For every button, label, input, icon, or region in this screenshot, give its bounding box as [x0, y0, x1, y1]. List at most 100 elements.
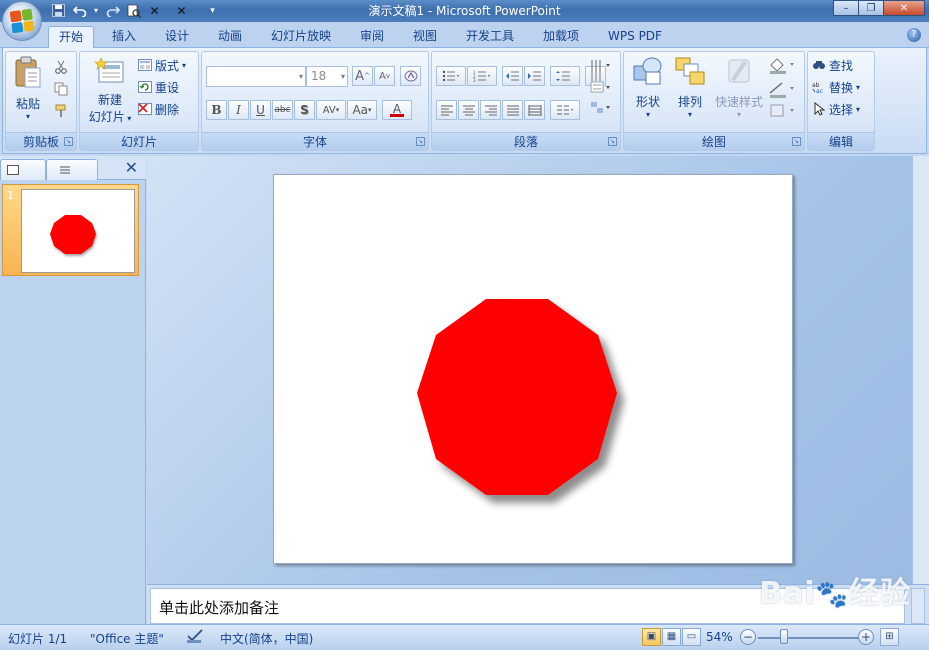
font-size-combo[interactable]: 18 ▾	[306, 66, 348, 87]
shape-effects-icon[interactable]	[768, 102, 798, 123]
slide-decagon-shape[interactable]	[274, 175, 794, 565]
zoom-in-button[interactable]: +	[858, 629, 874, 645]
clipboard-group: 粘贴 ▾ 剪贴板 ↘	[5, 51, 77, 151]
cut-icon[interactable]	[54, 60, 68, 77]
numbering-icon[interactable]: 123	[467, 66, 497, 86]
strikethrough-button[interactable]: abc	[272, 100, 293, 120]
shapes-button[interactable]: 形状 ▾	[628, 56, 668, 119]
clear-format-icon[interactable]	[400, 66, 421, 86]
slide-sorter-view-button[interactable]: ▦	[662, 628, 681, 646]
tab-slideshow[interactable]: 幻灯片放映	[262, 26, 340, 48]
find-icon	[813, 61, 825, 69]
align-center-icon[interactable]	[458, 100, 479, 120]
bullets-icon[interactable]	[436, 66, 466, 86]
svg-text:ac: ac	[816, 88, 823, 94]
arrange-button[interactable]: 排列 ▾	[670, 56, 710, 119]
tab-animations[interactable]: 动画	[208, 26, 252, 48]
paragraph-launcher-icon[interactable]: ↘	[608, 137, 617, 146]
panel-close-icon[interactable]: ✕	[125, 158, 138, 177]
zoom-level[interactable]: 54%	[706, 630, 733, 644]
decrease-indent-icon[interactable]	[502, 66, 523, 86]
slide-editing-area	[147, 156, 929, 584]
slide-thumbnail-1[interactable]: 1	[2, 184, 139, 276]
format-painter-icon[interactable]	[54, 104, 68, 121]
slideshow-view-button[interactable]: ▭	[682, 628, 701, 646]
bold-button[interactable]: B	[206, 100, 227, 120]
tab-developer[interactable]: 开发工具	[457, 26, 523, 48]
office-button[interactable]	[2, 1, 42, 41]
align-right-icon[interactable]	[480, 100, 501, 120]
tab-review[interactable]: 审阅	[350, 26, 394, 48]
font-size-buttons: A ^ Av	[352, 66, 422, 86]
copy-icon[interactable]	[54, 82, 68, 99]
help-icon[interactable]: ?	[907, 28, 921, 42]
zoom-out-button[interactable]: −	[740, 629, 756, 645]
replace-button[interactable]: ab ac 替换 ▾	[812, 77, 860, 97]
reset-button[interactable]: 重设	[138, 77, 179, 97]
new-slide-icon	[84, 56, 136, 89]
baidu-watermark-url: jingyan.baidu.com	[797, 604, 899, 617]
tab-insert[interactable]: 插入	[102, 26, 146, 48]
underline-button[interactable]: U	[250, 100, 271, 120]
quick-styles-button[interactable]: 快速样式 ▾	[712, 56, 766, 119]
font-color-button[interactable]: A	[382, 100, 412, 120]
tab-design[interactable]: 设计	[155, 26, 199, 48]
tab-addins[interactable]: 加载项	[532, 26, 590, 48]
notes-scrollbar[interactable]	[911, 588, 925, 624]
shape-fill-icon[interactable]	[768, 56, 798, 77]
slide-canvas[interactable]	[273, 174, 793, 564]
minimize-button[interactable]: –	[833, 0, 859, 16]
align-left-icon[interactable]	[436, 100, 457, 120]
spellcheck-icon[interactable]	[186, 628, 204, 647]
close-button[interactable]: ✕	[883, 0, 925, 16]
paragraph-group: 123 段落 ↘	[431, 51, 621, 151]
smartart-icon[interactable]	[590, 80, 612, 99]
shadow-button[interactable]: S	[294, 100, 315, 120]
zoom-slider-track[interactable]	[758, 637, 858, 639]
char-spacing-button[interactable]: AV ▾	[316, 100, 346, 120]
select-button[interactable]: 选择 ▾	[812, 99, 860, 119]
fit-to-window-button[interactable]: ⊞	[880, 628, 899, 646]
convert-smartart-icon[interactable]	[590, 100, 612, 119]
zoom-slider-thumb[interactable]	[780, 629, 788, 644]
quick-styles-label: 快速样式	[714, 95, 763, 109]
outline-tab[interactable]	[46, 159, 98, 180]
language-indicator[interactable]: 中文(简体，中国)	[220, 630, 313, 647]
tab-view[interactable]: 视图	[403, 26, 447, 48]
delete-slide-icon	[138, 103, 152, 115]
change-case-button[interactable]: Aa ▾	[347, 100, 377, 120]
replace-label: 替换	[829, 80, 854, 95]
new-slide-button[interactable]: 新建 幻灯片 ▾	[84, 56, 136, 125]
outline-tab-icon	[60, 166, 70, 174]
find-button[interactable]: 查找	[812, 55, 853, 75]
tab-wps-pdf[interactable]: WPS PDF	[600, 26, 670, 48]
find-label: 查找	[829, 58, 854, 73]
theme-name[interactable]: "Office 主题"	[90, 630, 164, 647]
justify-icon[interactable]	[502, 100, 523, 120]
shapes-icon	[628, 56, 668, 91]
shrink-font-icon[interactable]: Av	[374, 66, 395, 86]
tab-home[interactable]: 开始	[48, 26, 94, 49]
layout-button[interactable]: 版式 ▾	[138, 55, 186, 75]
title-bar: ▾ ✕ ✕ ▾ 演示文稿1 - Microsoft PowerPoint – ❐…	[0, 0, 929, 22]
font-name-combo[interactable]: ▾	[206, 66, 306, 87]
ribbon: 粘贴 ▾ 剪贴板 ↘ 新建 幻灯片 ▾ 版式 ▾ 重设 删除 幻灯片 ▾ 18 …	[2, 48, 927, 154]
slides-tab[interactable]	[0, 159, 46, 180]
line-spacing-icon[interactable]	[550, 66, 580, 86]
maximize-button[interactable]: ❐	[858, 0, 884, 16]
distributed-icon[interactable]	[524, 100, 545, 120]
clipboard-launcher-icon[interactable]: ↘	[64, 137, 73, 146]
italic-button[interactable]: I	[228, 100, 249, 120]
increase-indent-icon[interactable]	[524, 66, 545, 86]
grow-font-icon[interactable]: A ^	[352, 66, 373, 86]
normal-view-button[interactable]: ▣	[642, 628, 661, 646]
paste-button[interactable]: 粘贴 ▾	[10, 56, 46, 121]
delete-slide-button[interactable]: 删除	[138, 99, 179, 119]
font-launcher-icon[interactable]: ↘	[416, 137, 425, 146]
vertical-scrollbar[interactable]	[912, 156, 929, 584]
drawing-launcher-icon[interactable]: ↘	[792, 137, 801, 146]
shape-outline-icon[interactable]	[768, 80, 798, 101]
columns-icon[interactable]	[550, 100, 580, 120]
reset-label: 重设	[155, 80, 180, 95]
align-text-icon[interactable]	[590, 58, 612, 77]
